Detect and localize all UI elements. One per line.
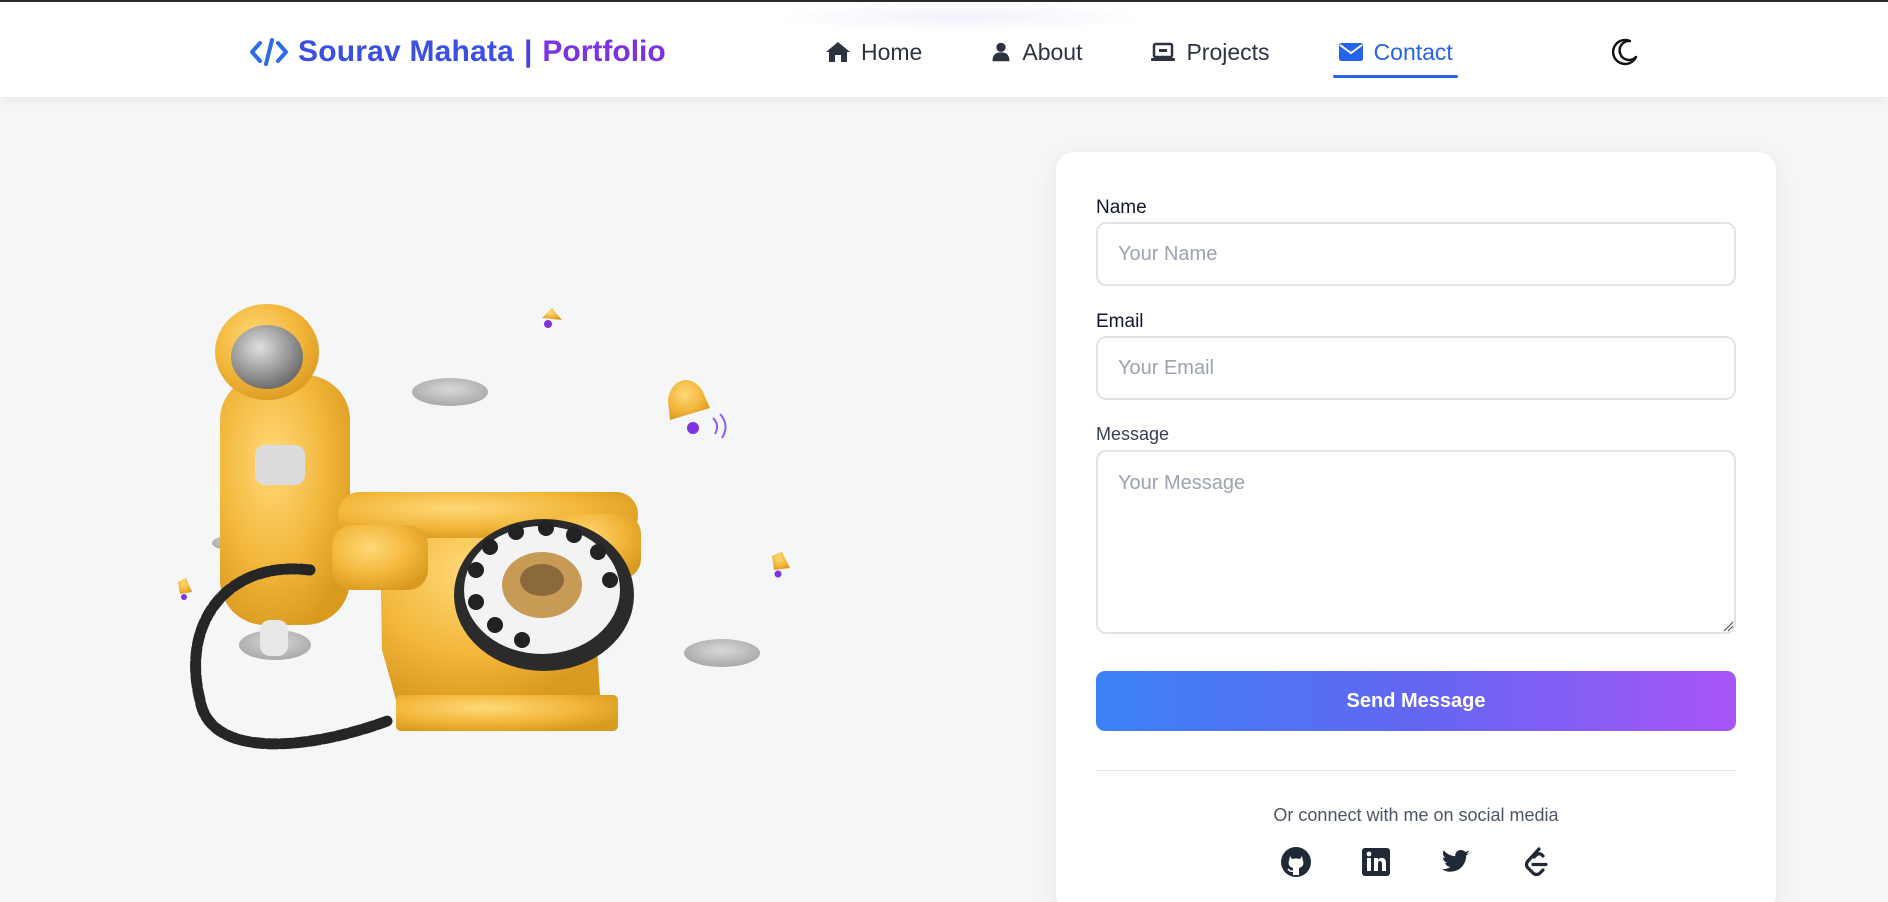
message-textarea[interactable]	[1096, 450, 1736, 634]
leetcode-icon[interactable]	[1519, 845, 1553, 879]
nav-home[interactable]: Home	[820, 32, 927, 72]
nav-about[interactable]: About	[985, 32, 1087, 72]
bell-decoration	[668, 379, 727, 439]
resize-grip-icon[interactable]	[1722, 620, 1734, 632]
linkedin-icon[interactable]	[1359, 845, 1393, 879]
contact-form-card: Name Email Message Send Message Or conne…	[1056, 152, 1776, 902]
moon-icon[interactable]	[1610, 37, 1640, 67]
send-message-button[interactable]: Send Message	[1096, 671, 1736, 731]
name-input[interactable]	[1096, 222, 1736, 286]
telephone-body	[332, 492, 641, 731]
cloud-shape	[412, 378, 488, 406]
message-label: Message	[1096, 424, 1170, 444]
social-prompt: Or connect with me on social media	[1273, 805, 1559, 825]
astronaut-figure	[215, 304, 350, 656]
github-icon[interactable]	[1279, 845, 1313, 879]
code-icon	[250, 38, 288, 66]
name-label: Name	[1096, 197, 1147, 218]
bell-decoration	[178, 578, 192, 600]
brand-logo[interactable]: Sourav Mahata | Portfolio	[250, 32, 666, 72]
site-header: Sourav Mahata | Portfolio Home About Pro…	[0, 2, 1888, 97]
bell-decoration	[772, 552, 790, 578]
social-links	[1279, 845, 1553, 879]
user-icon	[992, 42, 1010, 62]
bell-decoration	[542, 308, 562, 328]
contact-illustration	[178, 304, 790, 750]
nav-contact[interactable]: Contact	[1332, 32, 1459, 78]
nav-about-label: About	[1022, 38, 1083, 65]
main-nav: Home About Projects Contact	[820, 32, 1516, 78]
header-glow	[770, 2, 1150, 32]
brand-separator: |	[524, 35, 533, 68]
email-input[interactable]	[1096, 336, 1736, 400]
nav-projects-label: Projects	[1186, 38, 1270, 65]
email-label: Email	[1096, 311, 1144, 332]
cloud-shape	[684, 639, 760, 667]
home-icon	[826, 42, 850, 62]
brand-name: Sourav Mahata	[298, 35, 514, 68]
envelope-icon	[1338, 43, 1363, 61]
nav-contact-label: Contact	[1373, 38, 1453, 65]
nav-projects[interactable]: Projects	[1145, 32, 1274, 72]
laptop-icon	[1151, 42, 1176, 61]
form-divider	[1096, 770, 1736, 771]
brand-suffix: Portfolio	[542, 35, 666, 68]
twitter-icon[interactable]	[1439, 845, 1473, 879]
nav-home-label: Home	[861, 38, 923, 65]
